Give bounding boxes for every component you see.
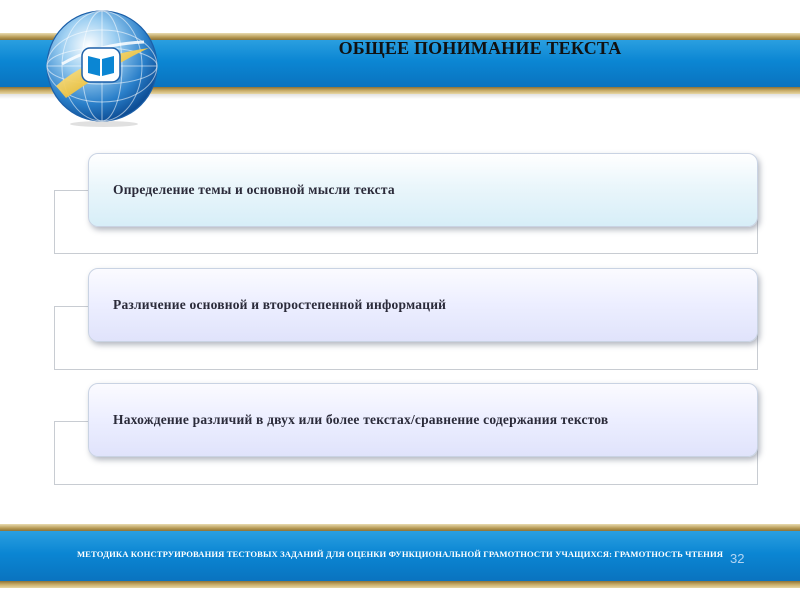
slide-number: 32 (730, 551, 745, 566)
footer-text: МЕТОДИКА КОНСТРУИРОВАНИЯ ТЕСТОВЫХ ЗАДАНИ… (76, 549, 724, 559)
list-item: Определение темы и основной мысли текста (88, 153, 758, 227)
list-item-label: Различение основной и второстепенной инф… (113, 297, 447, 312)
footer-gold-stripe-bottom (0, 581, 800, 588)
list-item: Различение основной и второстепенной инф… (88, 268, 758, 342)
page-title: ОБЩЕЕ ПОНИМАНИЕ ТЕКСТА (338, 38, 622, 58)
globe-book-icon (46, 10, 158, 127)
list-item-label: Определение темы и основной мысли текста (113, 182, 395, 197)
list-item-label: Нахождение различий в двух или более тек… (113, 412, 609, 427)
list-item: Нахождение различий в двух или более тек… (88, 383, 758, 457)
footer-gold-stripe-top (0, 524, 800, 531)
